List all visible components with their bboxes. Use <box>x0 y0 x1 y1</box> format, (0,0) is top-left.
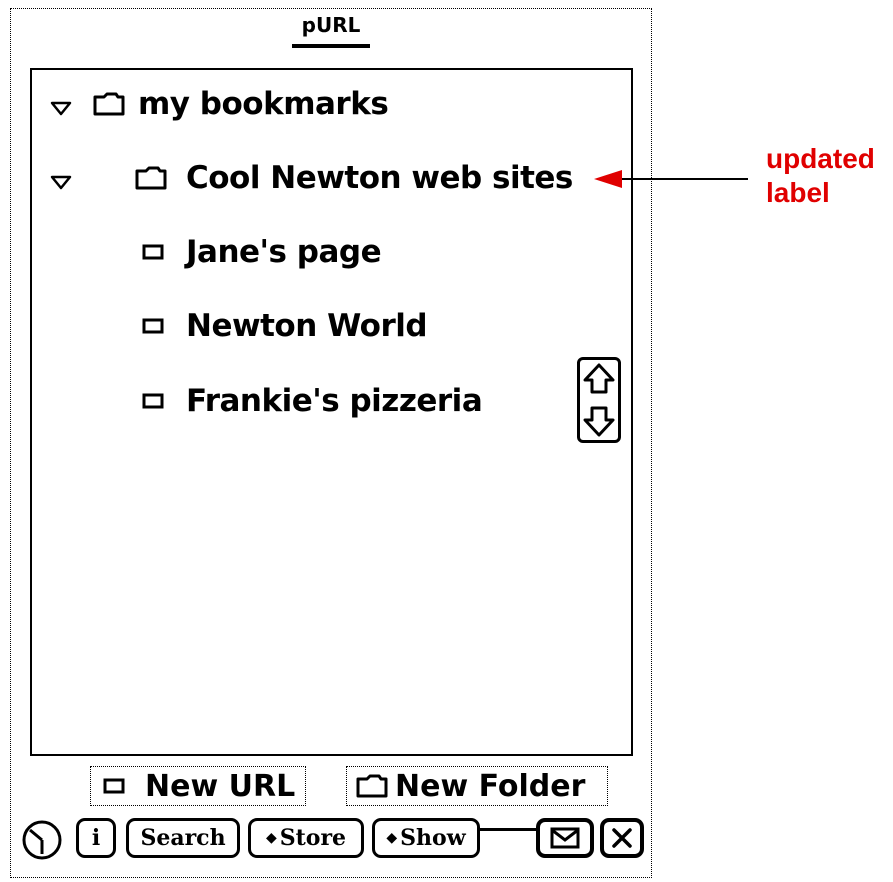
store-label: Store <box>279 825 347 851</box>
url-icon <box>142 393 164 409</box>
new-folder-label: New Folder <box>395 768 586 804</box>
show-label: Show <box>400 825 466 851</box>
bookmark-list[interactable]: my bookmarks Cool Newton web sites Jane'… <box>30 68 633 756</box>
toolbar-divider-line <box>480 828 536 831</box>
tree-row-url[interactable]: Jane's page <box>142 232 382 272</box>
mail-button[interactable] <box>536 818 594 858</box>
new-url-label: New URL <box>145 768 296 804</box>
url-icon <box>103 778 125 794</box>
envelope-icon <box>550 827 580 849</box>
title-underline <box>292 44 370 48</box>
folder-icon <box>93 92 125 116</box>
new-folder-button[interactable]: New Folder <box>346 766 608 806</box>
close-icon <box>612 828 632 848</box>
new-url-button[interactable]: New URL <box>90 766 306 806</box>
diamond-icon: ◆ <box>386 830 398 846</box>
tree-row-folder-renamed[interactable]: Cool Newton web sites <box>134 158 573 198</box>
app-title: pURL <box>301 13 361 37</box>
disclosure-triangle-icon[interactable] <box>50 174 72 190</box>
scroll-down-arrow-icon[interactable] <box>583 406 615 437</box>
info-button[interactable]: i <box>76 818 116 858</box>
tree-row-label: Cool Newton web sites <box>186 160 573 196</box>
folder-icon <box>135 166 167 190</box>
scroll-arrows[interactable] <box>577 357 621 443</box>
diamond-icon: ◆ <box>265 830 277 846</box>
tree-row-url[interactable]: Newton World <box>142 306 428 346</box>
tree-row-url[interactable]: Frankie's pizzeria <box>142 381 483 421</box>
close-button[interactable] <box>600 818 644 858</box>
tree-row-label: Newton World <box>186 308 428 344</box>
info-label: i <box>91 825 101 851</box>
search-button[interactable]: Search <box>126 818 240 858</box>
show-button[interactable]: ◆ Show <box>372 818 480 858</box>
clock-icon[interactable] <box>20 818 66 862</box>
tree-row-label: my bookmarks <box>138 86 389 122</box>
annotation-line-1: updated <box>766 143 875 174</box>
folder-icon <box>356 774 388 798</box>
search-label: Search <box>140 825 226 851</box>
annotation-text: updated label <box>766 142 875 210</box>
tree-row-folder[interactable]: my bookmarks <box>92 84 389 124</box>
scroll-up-arrow-icon[interactable] <box>583 363 615 394</box>
tree-row-label: Jane's page <box>186 234 382 270</box>
annotation-line-2: label <box>766 177 830 208</box>
store-button[interactable]: ◆ Store <box>248 818 364 858</box>
disclosure-triangle-icon[interactable] <box>50 100 72 116</box>
url-icon <box>142 318 164 334</box>
annotation-arrow <box>594 170 748 188</box>
tree-row-label: Frankie's pizzeria <box>186 383 483 419</box>
url-icon <box>142 244 164 260</box>
